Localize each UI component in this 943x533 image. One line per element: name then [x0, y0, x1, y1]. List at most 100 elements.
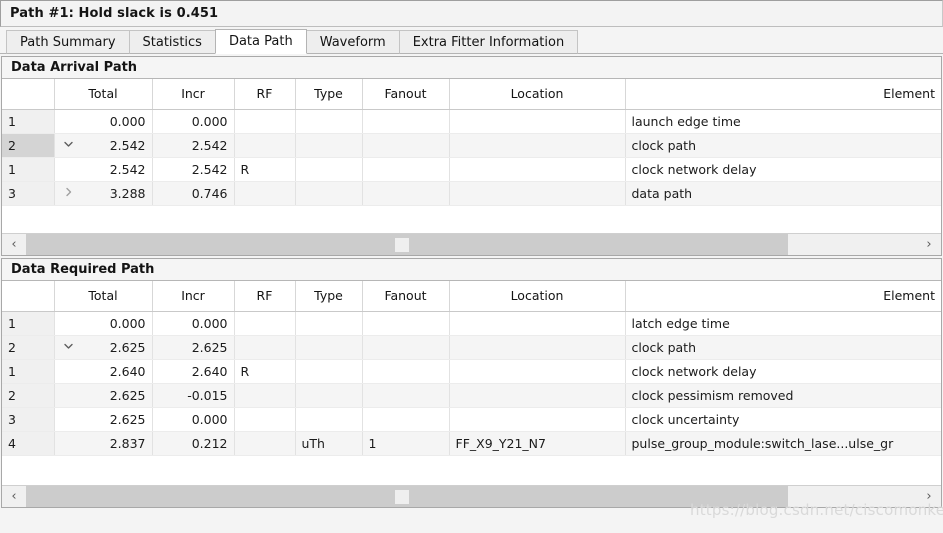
location-cell [449, 407, 626, 432]
required-horizontal-scrollbar[interactable]: ‹ › [2, 485, 941, 507]
arrival-column-header-row-index[interactable] [2, 79, 55, 110]
table-row[interactable]: 1 0.000 0.000 launch edge time [2, 109, 941, 134]
row-index-cell[interactable]: 1 [2, 311, 55, 336]
arrival-column-header-type[interactable]: Type [295, 79, 363, 110]
scroll-right-icon[interactable]: › [917, 486, 941, 507]
table-row[interactable]: 3 2.625 0.000 clock uncertainty [2, 407, 941, 432]
rf-cell [234, 181, 296, 206]
column-header-label: RF [256, 288, 273, 304]
tab-data-path[interactable]: Data Path [214, 29, 307, 54]
arrival-column-header-total[interactable]: Total [54, 79, 153, 110]
rf-cell [234, 109, 296, 134]
arrival-scroll-thumb-grip[interactable] [395, 238, 409, 252]
type-cell: uTh [295, 431, 363, 456]
arrival-column-header-location[interactable]: Location [449, 79, 626, 110]
total-value-wrapper: 3.288 [61, 186, 146, 201]
tab-statistics[interactable]: Statistics [128, 30, 216, 54]
required-column-header-fanout[interactable]: Fanout [362, 281, 450, 312]
arrival-horizontal-scrollbar[interactable]: ‹ › [2, 233, 941, 255]
arrival-column-header-rf[interactable]: RF [234, 79, 296, 110]
arrival-column-header-fanout[interactable]: Fanout [362, 79, 450, 110]
column-header-label: Total [88, 288, 118, 304]
column-header-label: Element [883, 288, 935, 304]
element-cell: clock network delay [625, 359, 941, 384]
tab-waveform[interactable]: Waveform [305, 30, 400, 54]
scroll-left-icon[interactable]: ‹ [2, 234, 26, 255]
incr-cell: 0.000 [152, 311, 235, 336]
total-value: 2.837 [109, 435, 146, 451]
arrival-scroll-track[interactable] [26, 234, 917, 255]
tab-extra-fitter-information[interactable]: Extra Fitter Information [398, 30, 579, 54]
required-column-header-incr[interactable]: Incr [152, 281, 235, 312]
total-value-wrapper: 2.625 [61, 412, 146, 427]
table-row[interactable]: 2 2.625 2.625 clock path [2, 335, 941, 360]
row-index-cell[interactable]: 4 [2, 431, 55, 456]
element-cell: clock path [625, 335, 941, 360]
section-heading-arrival: Data Arrival Path [11, 60, 138, 75]
table-row[interactable]: 1 2.640 2.640 Rclock network delay [2, 359, 941, 384]
chevron-down-icon[interactable] [63, 139, 76, 152]
chevron-down-icon[interactable] [63, 341, 76, 354]
total-cell: 2.625 [54, 383, 153, 408]
type-cell [295, 157, 363, 182]
arrival-table-header-row[interactable]: Total Incr RF Type Fanout Location Element [2, 79, 941, 110]
required-column-header-element[interactable]: Element [625, 281, 941, 312]
required-table-header-row[interactable]: Total Incr RF Type Fanout Location Element [2, 281, 941, 312]
row-index-cell[interactable]: 1 [2, 359, 55, 384]
column-header-label: Type [314, 288, 343, 304]
fanout-cell [362, 335, 450, 360]
arrival-column-header-element[interactable]: Element [625, 79, 941, 110]
table-row[interactable]: 1 2.542 2.542 Rclock network delay [2, 157, 941, 182]
column-header-label: RF [256, 86, 273, 102]
tab-label: Statistics [142, 34, 202, 50]
incr-cell: -0.015 [152, 383, 235, 408]
incr-cell: 0.746 [152, 181, 235, 206]
location-cell [449, 359, 626, 384]
column-header-label: Location [510, 86, 564, 102]
total-value: 2.625 [109, 339, 146, 355]
data-arrival-path-table-viewport[interactable]: Total Incr RF Type Fanout Location Element 1 0.… [2, 79, 941, 233]
data-arrival-path-title: Data Arrival Path [2, 57, 941, 79]
required-scroll-track[interactable] [26, 486, 917, 507]
table-row[interactable]: 4 2.837 0.212 uTh 1 FF_X9_Y21_N7 pulse_group_m… [2, 431, 941, 456]
row-index-cell[interactable]: 3 [2, 181, 55, 206]
row-index-cell[interactable]: 1 [2, 157, 55, 182]
data-required-path-title: Data Required Path [2, 259, 941, 281]
required-scroll-thumb-grip[interactable] [395, 490, 409, 504]
scroll-left-icon[interactable]: ‹ [2, 486, 26, 507]
data-required-path-table-viewport[interactable]: Total Incr RF Type Fanout Location Element 1 0.… [2, 281, 941, 485]
required-column-header-type[interactable]: Type [295, 281, 363, 312]
required-column-header-location[interactable]: Location [449, 281, 626, 312]
total-cell: 2.625 [54, 407, 153, 432]
element-cell: launch edge time [625, 109, 941, 134]
type-cell [295, 109, 363, 134]
row-index-cell[interactable]: 3 [2, 407, 55, 432]
element-cell: latch edge time [625, 311, 941, 336]
required-scroll-thumb[interactable] [26, 486, 788, 507]
row-index-cell[interactable]: 2 [2, 133, 55, 158]
required-column-header-rf[interactable]: RF [234, 281, 296, 312]
location-cell [449, 335, 626, 360]
column-header-label: Fanout [384, 86, 427, 102]
table-row[interactable]: 3 3.288 0.746 data path [2, 181, 941, 206]
total-cell: 2.837 [54, 431, 153, 456]
location-cell [449, 383, 626, 408]
arrival-scroll-thumb[interactable] [26, 234, 788, 255]
element-cell: clock path [625, 133, 941, 158]
arrival-column-header-incr[interactable]: Incr [152, 79, 235, 110]
row-index-cell[interactable]: 1 [2, 109, 55, 134]
total-value: 2.640 [109, 363, 146, 379]
type-cell [295, 335, 363, 360]
column-header-label: Type [314, 86, 343, 102]
scroll-right-icon[interactable]: › [917, 234, 941, 255]
chevron-right-icon[interactable] [63, 187, 76, 200]
required-column-header-total[interactable]: Total [54, 281, 153, 312]
table-row[interactable]: 1 0.000 0.000 latch edge time [2, 311, 941, 336]
tab-path-summary[interactable]: Path Summary [6, 30, 130, 54]
row-index-cell[interactable]: 2 [2, 383, 55, 408]
row-index-cell[interactable]: 2 [2, 335, 55, 360]
table-row[interactable]: 2 2.625 -0.015 clock pessimism removed [2, 383, 941, 408]
rf-cell [234, 383, 296, 408]
table-row[interactable]: 2 2.542 2.542 clock path [2, 133, 941, 158]
required-column-header-row-index[interactable] [2, 281, 55, 312]
